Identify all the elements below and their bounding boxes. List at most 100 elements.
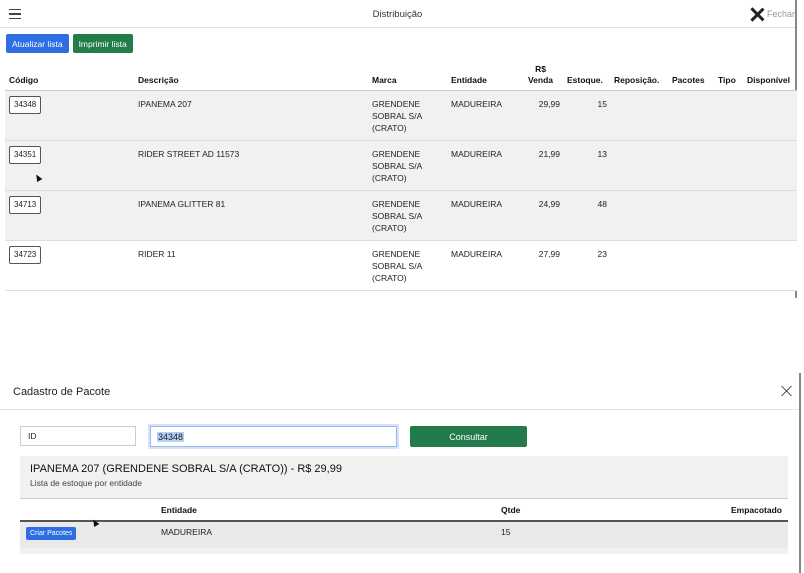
cell-disponivel — [743, 190, 797, 241]
cell-reposicao — [610, 140, 668, 191]
product-code-button[interactable]: 34713 — [9, 196, 42, 214]
product-section: IPANEMA 207 (GRENDENE SOBRAL S/A (CRATO)… — [20, 456, 788, 554]
col-header-estoque[interactable]: Estoque. — [563, 62, 610, 91]
close-button[interactable]: Fechar — [749, 6, 795, 22]
cell-entidade: MADUREIRA — [447, 190, 517, 241]
cell-marca-line: SOBRAL S/A — [372, 161, 423, 171]
modal-header: Cadastro de Pacote — [0, 373, 799, 410]
col-header-reposicao[interactable]: Reposição. — [610, 62, 668, 91]
product-code-input[interactable]: 34348 — [150, 426, 397, 447]
cell-tipo — [714, 240, 743, 291]
table-header-row: Código Descrição Marca Entidade R$ Venda… — [5, 62, 797, 91]
col-header-venda-top: R$ — [535, 64, 546, 74]
stock-table: Código Descrição Marca Entidade R$ Venda… — [5, 62, 797, 291]
id-field[interactable]: ID — [20, 426, 136, 446]
close-label: Fechar — [766, 9, 795, 19]
cell-estoque: 48 — [563, 190, 610, 241]
cell-marca-line: SOBRAL S/A — [372, 111, 423, 121]
cell-pacotes — [668, 190, 714, 241]
table-row[interactable]: 34351 RIDER STREET AD 11573 GRENDENE SOB… — [5, 140, 797, 191]
cell-descricao: IPANEMA 207 — [134, 90, 368, 141]
col-header-empacotado: Empacotado — [645, 498, 788, 522]
cell-entidade: MADUREIRA — [447, 140, 517, 191]
modal-close-icon[interactable] — [781, 385, 793, 397]
cell-marca-line: GRENDENE — [372, 249, 421, 259]
cell-tipo — [714, 190, 743, 241]
package-modal: Cadastro de Pacote ID 34348 Consultar IP… — [0, 373, 801, 573]
cell-disponivel — [743, 90, 797, 141]
cell-estoque: 13 — [563, 140, 610, 191]
cell-reposicao — [610, 190, 668, 241]
close-icon — [749, 6, 765, 22]
cell-entidade: MADUREIRA — [155, 521, 495, 548]
col-header-action — [20, 498, 155, 522]
product-code-button[interactable]: 34351 — [9, 146, 42, 164]
product-code-input-value: 34348 — [157, 431, 185, 442]
cell-reposicao — [610, 90, 668, 141]
col-header-descricao[interactable]: Descrição — [134, 62, 368, 91]
col-header-disponivel[interactable]: Disponível — [743, 62, 797, 91]
table-row[interactable]: 34723 RIDER 11 GRENDENE SOBRAL S/A (CRAT… — [5, 240, 797, 291]
topbar: Distribuição Fechar — [0, 0, 795, 28]
cell-estoque: 15 — [563, 90, 610, 141]
product-code-button[interactable]: 34723 — [9, 246, 42, 264]
col-header-tipo[interactable]: Tipo — [714, 62, 743, 91]
cell-descricao: IPANEMA GLITTER 81 — [134, 190, 368, 241]
col-header-qtde: Qtde — [495, 498, 645, 522]
product-code-button[interactable]: 34348 — [9, 96, 42, 114]
consult-button[interactable]: Consultar — [410, 426, 527, 447]
cell-marca-line: (CRATO) — [372, 173, 407, 183]
cell-marca-line: SOBRAL S/A — [372, 261, 423, 271]
cell-venda: 21,99 — [517, 140, 563, 191]
cell-marca-line: (CRATO) — [372, 123, 407, 133]
cell-entidade: MADUREIRA — [447, 90, 517, 141]
cell-qtde: 15 — [495, 521, 645, 548]
cell-disponivel — [743, 240, 797, 291]
col-header-codigo[interactable]: Código — [5, 62, 134, 91]
cell-entidade: MADUREIRA — [447, 240, 517, 291]
cell-reposicao — [610, 240, 668, 291]
print-list-button[interactable]: Imprimir lista — [72, 34, 133, 53]
refresh-list-button[interactable]: Atualizar lista — [6, 34, 69, 53]
cell-disponivel — [743, 140, 797, 191]
cell-marca-line: SOBRAL S/A — [372, 211, 423, 221]
page-title: Distribuição — [372, 9, 423, 20]
cell-empacotado — [645, 521, 788, 548]
create-packages-button[interactable]: Criar Pacotes — [26, 527, 77, 540]
cell-pacotes — [668, 140, 714, 191]
table-row[interactable]: 34348 IPANEMA 207 GRENDENE SOBRAL S/A (C… — [5, 90, 797, 141]
action-bar: Atualizar lista Imprimir lista — [6, 34, 133, 53]
product-subtitle: Lista de estoque por entidade — [30, 478, 143, 488]
id-field-value: ID — [28, 431, 37, 441]
table-row[interactable]: 34713 IPANEMA GLITTER 81 GRENDENE SOBRAL… — [5, 190, 797, 241]
cell-pacotes — [668, 90, 714, 141]
col-header-pacotes[interactable]: Pacotes — [668, 62, 714, 91]
cell-descricao: RIDER 11 — [134, 240, 368, 291]
cell-pacotes — [668, 240, 714, 291]
cell-marca-line: GRENDENE — [372, 149, 421, 159]
cell-estoque: 23 — [563, 240, 610, 291]
cell-marca: GRENDENE SOBRAL S/A (CRATO) — [368, 90, 447, 141]
table-row: Criar Pacotes MADUREIRA 15 — [20, 521, 788, 548]
package-table: Entidade Qtde Empacotado Criar Pacotes M… — [20, 498, 788, 548]
cell-marca-line: GRENDENE — [372, 199, 421, 209]
col-header-marca[interactable]: Marca — [368, 62, 447, 91]
modal-title: Cadastro de Pacote — [13, 386, 111, 398]
package-table-header: Entidade Qtde Empacotado — [20, 498, 788, 522]
col-header-venda-bottom: Venda — [527, 75, 554, 85]
cell-marca: GRENDENE SOBRAL S/A (CRATO) — [368, 190, 447, 241]
cell-marca-line: (CRATO) — [372, 273, 407, 283]
product-title: IPANEMA 207 (GRENDENE SOBRAL S/A (CRATO)… — [30, 463, 342, 475]
cell-tipo — [714, 90, 743, 141]
cell-marca: GRENDENE SOBRAL S/A (CRATO) — [368, 240, 447, 291]
cell-venda: 29,99 — [517, 90, 563, 141]
distribution-panel: Distribuição Fechar Atualizar lista Impr… — [0, 0, 797, 298]
cell-venda: 24,99 — [517, 190, 563, 241]
cell-tipo — [714, 140, 743, 191]
cell-descricao: RIDER STREET AD 11573 — [134, 140, 368, 191]
cell-marca-line: (CRATO) — [372, 223, 407, 233]
cell-marca-line: GRENDENE — [372, 99, 421, 109]
cell-marca: GRENDENE SOBRAL S/A (CRATO) — [368, 140, 447, 191]
col-header-entidade[interactable]: Entidade — [447, 62, 517, 91]
col-header-venda[interactable]: R$ Venda — [517, 62, 563, 91]
